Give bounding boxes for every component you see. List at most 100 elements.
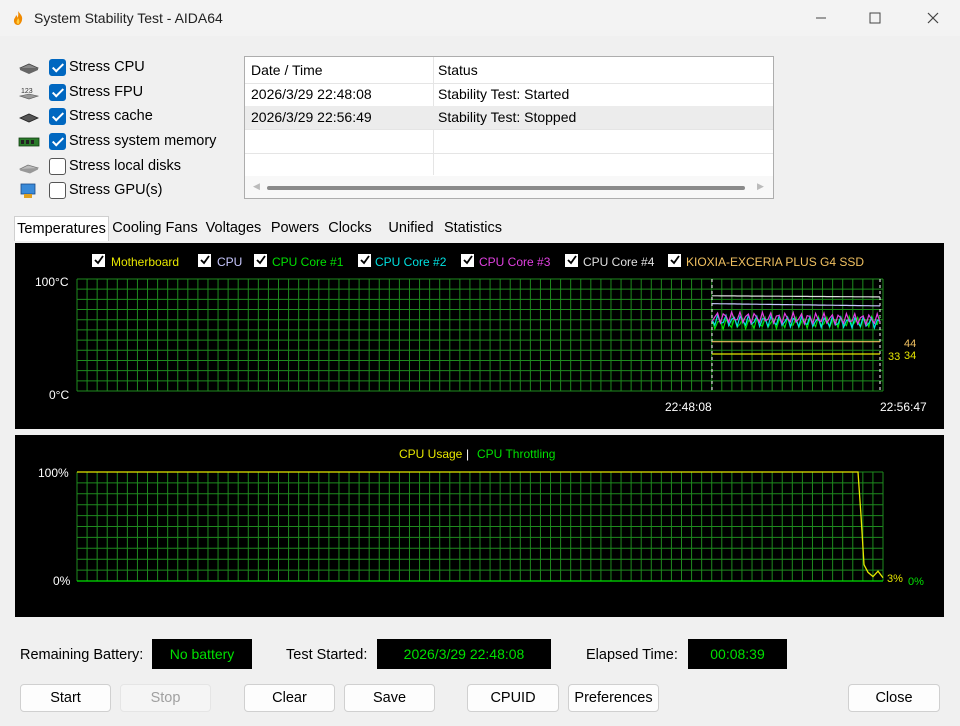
stress-fpu-option[interactable]: 123 Stress FPU bbox=[18, 83, 238, 105]
memory-module-icon bbox=[18, 137, 40, 147]
fpu-123-icon: 123 bbox=[18, 88, 40, 100]
log-status: Stability Test: Started bbox=[438, 86, 570, 102]
table-row[interactable]: 2026/3/29 22:56:49 Stability Test: Stopp… bbox=[245, 106, 773, 129]
legend-cpu-core-4[interactable]: CPU Core #4 bbox=[565, 254, 655, 269]
legend-separator: | bbox=[466, 447, 469, 461]
stress-gpu-checkbox[interactable] bbox=[49, 182, 66, 199]
temperature-graph-svg: Motherboard CPU CPU Core #1 CPU Core #2 bbox=[35, 254, 927, 414]
stress-memory-checkbox[interactable] bbox=[49, 133, 66, 150]
legend-cpu[interactable]: CPU bbox=[198, 254, 242, 269]
temp-value-ssd: 44 bbox=[904, 338, 916, 350]
stress-disks-label: Stress local disks bbox=[69, 158, 182, 174]
stress-cache-checkbox[interactable] bbox=[49, 108, 66, 125]
stress-disks-checkbox[interactable] bbox=[49, 158, 66, 175]
disk-drive-icon bbox=[18, 164, 40, 174]
log-header-row: Date / Time Status bbox=[245, 59, 773, 82]
column-header-datetime[interactable]: Date / Time bbox=[251, 62, 323, 78]
legend-ssd[interactable]: KIOXIA-EXCERIA PLUS G4 SSD bbox=[668, 254, 864, 269]
elapsed-time-label: Elapsed Time: bbox=[586, 647, 678, 663]
aida64-flame-icon bbox=[13, 11, 23, 25]
legend-label-cpu-core-1: CPU Core #1 bbox=[272, 255, 344, 269]
stress-cpu-checkbox[interactable] bbox=[49, 59, 66, 76]
minimize-icon bbox=[816, 17, 826, 19]
log-time: 2026/3/29 22:48:08 bbox=[251, 86, 372, 102]
cpuid-button[interactable]: CPUID bbox=[467, 684, 559, 712]
legend-cpu-core-1[interactable]: CPU Core #1 bbox=[254, 254, 344, 269]
row-divider bbox=[245, 153, 773, 154]
minimize-button[interactable] bbox=[798, 0, 844, 36]
legend-label-ssd: KIOXIA-EXCERIA PLUS G4 SSD bbox=[686, 255, 864, 269]
legend-cpu-core-2[interactable]: CPU Core #2 bbox=[358, 254, 447, 269]
stress-gpu-label: Stress GPU(s) bbox=[69, 182, 163, 198]
tab-clocks[interactable]: Clocks bbox=[324, 216, 376, 241]
legend-label-cpu-core-3: CPU Core #3 bbox=[479, 255, 551, 269]
table-row[interactable]: 2026/3/29 22:48:08 Stability Test: Start… bbox=[245, 83, 773, 106]
stress-gpu-option[interactable]: Stress GPU(s) bbox=[18, 181, 238, 203]
close-button[interactable]: Close bbox=[848, 684, 940, 712]
stress-disks-option[interactable]: Stress local disks bbox=[18, 157, 238, 179]
svg-text:123: 123 bbox=[21, 88, 33, 95]
stress-fpu-checkbox[interactable] bbox=[49, 84, 66, 101]
window-title: System Stability Test - AIDA64 bbox=[34, 10, 223, 26]
cpu-grid bbox=[76, 471, 884, 582]
cache-chip-icon bbox=[19, 113, 39, 123]
tab-cooling-fans[interactable]: Cooling Fans bbox=[110, 216, 200, 241]
test-started-label: Test Started: bbox=[286, 647, 368, 663]
tab-voltages[interactable]: Voltages bbox=[202, 216, 265, 241]
tab-unified[interactable]: Unified bbox=[382, 216, 440, 241]
temp-x-axis-end: 22:56:47 bbox=[880, 400, 927, 414]
cpu-chip-icon bbox=[19, 63, 39, 74]
cpu-y-axis-bottom: 0% bbox=[53, 574, 71, 588]
stress-cache-option[interactable]: Stress cache bbox=[18, 107, 238, 129]
stress-cpu-label: Stress CPU bbox=[69, 59, 145, 75]
legend-motherboard[interactable]: Motherboard bbox=[92, 254, 179, 269]
temperature-series bbox=[711, 295, 881, 355]
scrollbar-thumb[interactable] bbox=[267, 186, 745, 190]
temperature-legend: Motherboard CPU CPU Core #1 CPU Core #2 bbox=[92, 254, 864, 269]
stress-cpu-option[interactable]: Stress CPU bbox=[18, 58, 238, 80]
maximize-button[interactable] bbox=[852, 0, 898, 36]
horizontal-scrollbar[interactable]: ◀ ▶ bbox=[245, 176, 773, 198]
save-button[interactable]: Save bbox=[344, 684, 435, 712]
cpu-usage-graph: CPU Usage | CPU Throttling 100% 0% 3% 0% bbox=[15, 435, 944, 617]
cpu-throttling-value: 0% bbox=[908, 576, 924, 588]
maximize-icon bbox=[869, 12, 881, 24]
gpu-monitor-icon bbox=[20, 183, 36, 198]
title-bar: System Stability Test - AIDA64 bbox=[0, 0, 960, 36]
column-header-status[interactable]: Status bbox=[438, 62, 478, 78]
event-log-table[interactable]: Date / Time Status 2026/3/29 22:48:08 St… bbox=[244, 56, 774, 199]
close-icon bbox=[927, 12, 939, 24]
cpu-usage-graph-svg: CPU Usage | CPU Throttling 100% 0% 3% 0% bbox=[38, 447, 924, 588]
temperature-graph: Motherboard CPU CPU Core #1 CPU Core #2 bbox=[15, 243, 944, 429]
test-started-value: 2026/3/29 22:48:08 bbox=[377, 639, 551, 669]
stress-cache-label: Stress cache bbox=[69, 108, 153, 124]
start-button[interactable]: Start bbox=[20, 684, 111, 712]
scroll-right-icon[interactable]: ▶ bbox=[757, 181, 764, 192]
legend-cpu-core-3[interactable]: CPU Core #3 bbox=[461, 254, 551, 269]
temp-series-line bbox=[712, 295, 880, 298]
temp-value-motherboard: 33 bbox=[888, 351, 900, 363]
clear-button[interactable]: Clear bbox=[244, 684, 335, 712]
cpu-y-axis-top: 100% bbox=[38, 466, 69, 480]
stress-memory-label: Stress system memory bbox=[69, 133, 217, 149]
close-window-button[interactable] bbox=[910, 0, 956, 36]
legend-cpu-throttling: CPU Throttling bbox=[477, 447, 555, 461]
cpu-usage-value: 3% bbox=[887, 573, 903, 585]
elapsed-time-value: 00:08:39 bbox=[688, 639, 787, 669]
legend-label-motherboard: Motherboard bbox=[111, 255, 179, 269]
tab-powers[interactable]: Powers bbox=[267, 216, 323, 241]
remaining-battery-label: Remaining Battery: bbox=[20, 647, 144, 663]
preferences-button[interactable]: Preferences bbox=[568, 684, 659, 712]
tab-temperatures[interactable]: Temperatures bbox=[14, 216, 109, 241]
row-divider bbox=[245, 83, 773, 84]
stress-memory-option[interactable]: Stress system memory bbox=[18, 132, 238, 154]
temp-x-axis-start: 22:48:08 bbox=[665, 400, 712, 414]
scroll-left-icon[interactable]: ◀ bbox=[253, 181, 260, 192]
tab-statistics[interactable]: Statistics bbox=[441, 216, 505, 241]
temp-y-axis-top: 100°C bbox=[35, 275, 69, 289]
temp-y-axis-bottom: 0°C bbox=[49, 388, 69, 402]
legend-label-cpu: CPU bbox=[217, 255, 242, 269]
stop-button[interactable]: Stop bbox=[120, 684, 211, 712]
temp-series-line bbox=[711, 303, 881, 307]
legend-label-cpu-core-2: CPU Core #2 bbox=[375, 255, 447, 269]
